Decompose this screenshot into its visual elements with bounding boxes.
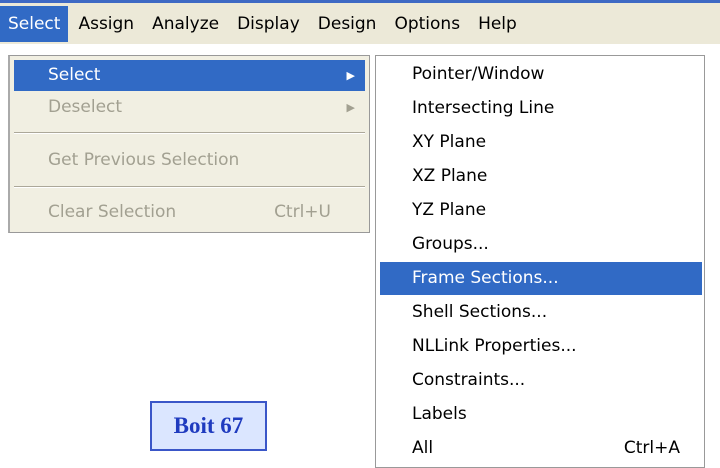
clear-selection-item[interactable]: Clear Selection Ctrl+U: [14, 197, 365, 228]
menu-bar: Select Assign Analyze Display Design Opt…: [0, 0, 720, 44]
menu-help[interactable]: Help: [470, 6, 525, 42]
clear-selection-label: Clear Selection: [48, 202, 177, 222]
menu-options[interactable]: Options: [386, 6, 468, 42]
menu-select[interactable]: Select: [0, 5, 69, 42]
submenu-item-constraints[interactable]: Constraints...: [380, 364, 702, 397]
submenu-item-label: Constraints...: [412, 370, 526, 390]
clear-selection-shortcut: Ctrl+U: [274, 202, 331, 222]
submenu-item-label: Shell Sections...: [412, 302, 548, 322]
submenu-item-label: Groups...: [412, 234, 489, 254]
submenu-item-label: All: [412, 438, 434, 458]
submenu-item-groups[interactable]: Groups...: [380, 228, 702, 261]
menu-assign[interactable]: Assign: [70, 6, 142, 42]
submenu-item-label: YZ Plane: [412, 200, 487, 220]
submenu-item-nllink-properties[interactable]: NLLink Properties...: [380, 330, 702, 363]
deselect-submenu-item[interactable]: Deselect ▶: [14, 92, 365, 123]
submenu-item-labels[interactable]: Labels: [380, 398, 702, 431]
submenu-item-label: Labels: [412, 404, 467, 424]
menu-display[interactable]: Display: [229, 6, 308, 42]
submenu-item-xy-plane[interactable]: XY Plane: [380, 126, 702, 159]
submenu-item-yz-plane[interactable]: YZ Plane: [380, 194, 702, 227]
submenu-item-label: Intersecting Line: [412, 98, 555, 118]
menu-analyze[interactable]: Analyze: [144, 6, 227, 42]
submenu-item-shell-sections[interactable]: Shell Sections...: [380, 296, 702, 329]
menu-separator: [14, 132, 365, 134]
submenu-arrow-icon: ▶: [346, 69, 355, 82]
submenu-item-label: XZ Plane: [412, 166, 488, 186]
submenu-item-label: XY Plane: [412, 132, 487, 152]
get-previous-selection-item[interactable]: Get Previous Selection: [14, 145, 365, 176]
select-submenu: Pointer/Window Intersecting Line XY Plan…: [375, 55, 705, 468]
submenu-item-all[interactable]: All Ctrl+A: [380, 432, 702, 465]
submenu-item-pointer-window[interactable]: Pointer/Window: [380, 58, 702, 91]
submenu-item-frame-sections[interactable]: Frame Sections...: [380, 262, 702, 295]
caption-label: Boit 67: [150, 401, 267, 451]
menu-design[interactable]: Design: [310, 6, 385, 42]
select-submenu-label: Select: [48, 65, 101, 85]
select-submenu-item[interactable]: Select ▶: [14, 60, 365, 91]
deselect-label: Deselect: [48, 97, 123, 117]
submenu-item-label: NLLink Properties...: [412, 336, 577, 356]
submenu-item-label: Pointer/Window: [412, 64, 545, 84]
menu-separator: [14, 186, 365, 188]
select-all-shortcut: Ctrl+A: [623, 438, 680, 458]
submenu-item-intersecting-line[interactable]: Intersecting Line: [380, 92, 702, 125]
submenu-item-label: Frame Sections...: [412, 268, 559, 288]
select-dropdown-menu: Select ▶ Deselect ▶ Get Previous Selecti…: [8, 55, 370, 233]
submenu-item-xz-plane[interactable]: XZ Plane: [380, 160, 702, 193]
submenu-arrow-icon: ▶: [346, 101, 355, 114]
get-previous-selection-label: Get Previous Selection: [48, 150, 240, 170]
